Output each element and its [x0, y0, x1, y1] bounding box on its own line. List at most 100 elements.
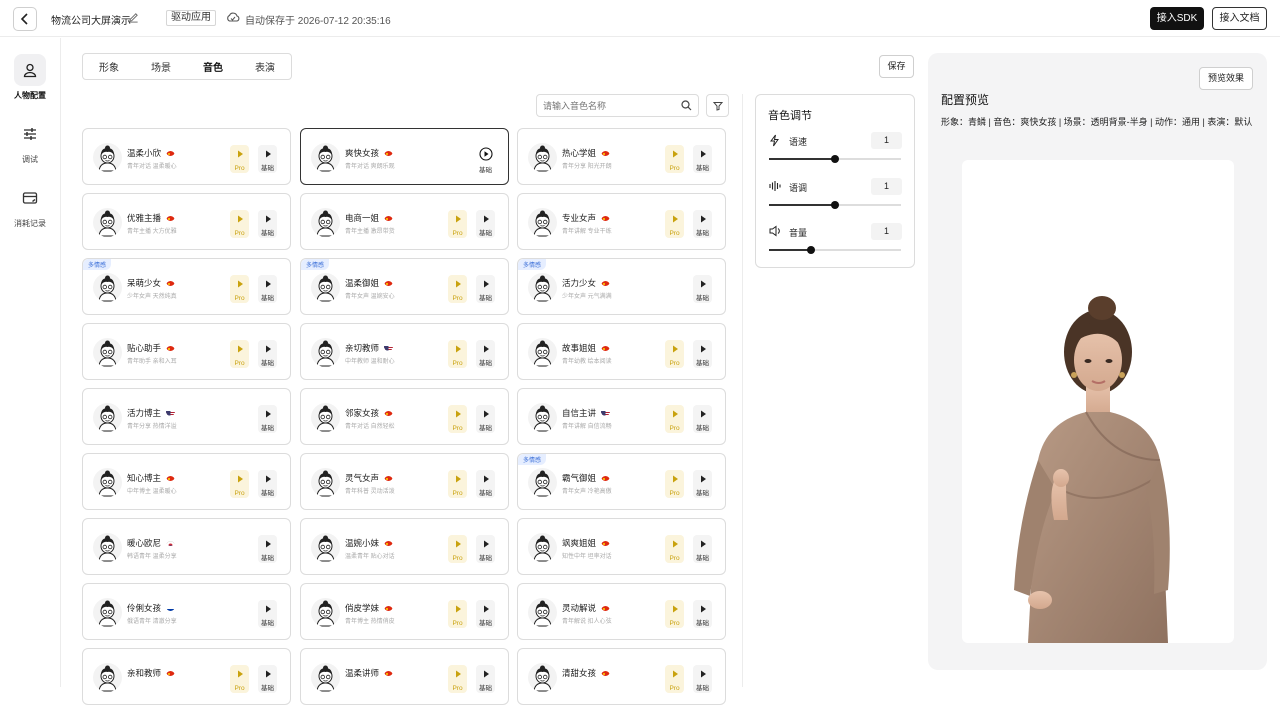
play-pro-button[interactable]: Pro [230, 470, 249, 498]
voice-card[interactable]: 多情感 活力少女 少年女声 元气满满 基础 [517, 258, 726, 315]
connect-docs-button[interactable]: 接入文档 [1212, 7, 1267, 30]
play-pro-button[interactable]: Pro [665, 600, 684, 628]
volume-slider[interactable] [769, 246, 901, 254]
voice-card[interactable]: 亲和教师 Pro 基础 [82, 648, 291, 705]
pitch-slider-knob[interactable] [831, 201, 839, 209]
play-basic-button[interactable]: 基础 [258, 145, 277, 173]
preview-effect-button[interactable]: 预览效果 [1199, 67, 1253, 90]
search-icon[interactable] [681, 100, 692, 111]
play-pro-button[interactable]: Pro [448, 405, 467, 433]
play-basic-button[interactable]: 基础 [693, 535, 712, 563]
back-button[interactable] [13, 7, 37, 31]
nav-item-debug[interactable]: 调试 [0, 118, 60, 165]
nav-item-character-config[interactable]: 人物配置 [0, 54, 60, 101]
play-pro-button[interactable]: Pro [665, 470, 684, 498]
play-pro-button[interactable]: Pro [448, 470, 467, 498]
voice-card[interactable]: 多情感 温柔御姐 青年女声 温婉安心 Pro 基础 [300, 258, 509, 315]
play-basic-button[interactable]: 基础 [693, 600, 712, 628]
voice-card[interactable]: 热心学姐 青年分享 阳光开朗 Pro 基础 [517, 128, 726, 185]
voice-card[interactable]: 温柔讲师 Pro 基础 [300, 648, 509, 705]
tab-performance[interactable]: 表演 [239, 59, 291, 74]
play-basic-button[interactable]: 基础 [693, 470, 712, 498]
tab-voice[interactable]: 音色 [187, 59, 239, 74]
voice-card[interactable]: 暖心欧尼 韩语青年 温柔分享 基础 [82, 518, 291, 575]
play-pro-button[interactable]: Pro [448, 600, 467, 628]
play-basic-button[interactable]: 基础 [693, 340, 712, 368]
tab-scene[interactable]: 场景 [135, 59, 187, 74]
play-basic-button[interactable]: 基础 [476, 210, 495, 238]
voice-card[interactable]: 灵气女声 青年科普 灵动活泼 Pro 基础 [300, 453, 509, 510]
play-basic-button[interactable]: 基础 [258, 340, 277, 368]
play-pro-button[interactable]: Pro [230, 275, 249, 303]
speed-slider[interactable] [769, 155, 901, 163]
play-basic-button[interactable]: 基础 [476, 535, 495, 563]
voice-card[interactable]: 知心博主 中年博主 温柔暖心 Pro 基础 [82, 453, 291, 510]
play-pro-button[interactable]: Pro [448, 340, 467, 368]
tab-appearance[interactable]: 形象 [83, 59, 135, 74]
play-basic-button[interactable]: 基础 [693, 210, 712, 238]
voice-card[interactable]: 清甜女孩 Pro 基础 [517, 648, 726, 705]
speed-value[interactable]: 1 [871, 132, 902, 149]
voice-card[interactable]: 多情感 呆萌少女 少年女声 天然纯真 Pro 基础 [82, 258, 291, 315]
play-pro-button[interactable]: Pro [665, 340, 684, 368]
play-pro-button[interactable]: Pro [230, 665, 249, 693]
play-pro-button[interactable]: Pro [665, 405, 684, 433]
play-basic-button[interactable]: 基础 [476, 600, 495, 628]
voice-card[interactable]: 多情感 霸气御姐 青年女声 冷艳高傲 Pro 基础 [517, 453, 726, 510]
voice-card[interactable]: 亲切教师 中年教师 温和耐心 Pro 基础 [300, 323, 509, 380]
voice-card[interactable]: 故事姐姐 青年幼教 绘本阅读 Pro 基础 [517, 323, 726, 380]
play-pro-button[interactable]: Pro [665, 145, 684, 173]
play-basic-button[interactable]: 基础 [693, 145, 712, 173]
play-pro-button[interactable]: Pro [448, 535, 467, 563]
voice-card[interactable]: 活力博主 青年分享 热情洋溢 基础 [82, 388, 291, 445]
play-pro-button[interactable]: Pro [665, 210, 684, 238]
play-basic-button[interactable]: 基础 [258, 665, 277, 693]
voice-card[interactable]: 自信主讲 青年讲解 自信流畅 Pro 基础 [517, 388, 726, 445]
play-pro-button[interactable]: Pro [448, 210, 467, 238]
voice-card[interactable]: 贴心助手 青年助手 亲和入耳 Pro 基础 [82, 323, 291, 380]
voice-card[interactable]: 爽快女孩 青年对话 爽朗乐观 基础 [300, 128, 509, 185]
play-pro-button[interactable]: Pro [448, 275, 467, 303]
voice-card[interactable]: 优雅主播 青年主播 大方优雅 Pro 基础 [82, 193, 291, 250]
nav-item-usage-records[interactable]: 消耗记录 [0, 182, 60, 229]
play-pro-button[interactable]: Pro [230, 340, 249, 368]
play-basic-button[interactable]: 基础 [693, 275, 712, 303]
volume-value[interactable]: 1 [871, 223, 902, 240]
voice-card[interactable]: 飒爽姐姐 知性中年 坦率对话 Pro 基础 [517, 518, 726, 575]
play-basic-button[interactable]: 基础 [476, 340, 495, 368]
voice-card[interactable]: 俏皮学妹 青年博主 热情俏皮 Pro 基础 [300, 583, 509, 640]
voice-search-input[interactable] [543, 98, 673, 113]
play-basic-button[interactable]: 基础 [476, 275, 495, 303]
play-basic-button[interactable]: 基础 [258, 535, 277, 563]
play-basic-button[interactable]: 基础 [693, 405, 712, 433]
play-basic-button[interactable]: 基础 [258, 275, 277, 303]
play-pro-button[interactable]: Pro [665, 535, 684, 563]
play-basic-button[interactable]: 基础 [476, 665, 495, 693]
voice-card[interactable]: 电商一姐 青年主播 激昂带货 Pro 基础 [300, 193, 509, 250]
play-basic-button[interactable]: 基础 [476, 470, 495, 498]
save-button[interactable]: 保存 [879, 55, 914, 78]
pitch-value[interactable]: 1 [871, 178, 902, 195]
play-basic-button[interactable]: 基础 [476, 145, 495, 174]
voice-card[interactable]: 灵动解说 青年解说 扣人心弦 Pro 基础 [517, 583, 726, 640]
play-basic-button[interactable]: 基础 [258, 600, 277, 628]
volume-slider-knob[interactable] [807, 246, 816, 254]
play-basic-button[interactable]: 基础 [258, 405, 277, 433]
connect-sdk-button[interactable]: 接入SDK [1150, 7, 1204, 30]
play-basic-button[interactable]: 基础 [476, 405, 495, 433]
play-basic-button[interactable]: 基础 [258, 210, 277, 238]
voice-card[interactable]: 温婉小妹 温柔青年 贴心对话 Pro 基础 [300, 518, 509, 575]
pitch-slider[interactable] [769, 201, 901, 209]
filter-button[interactable] [706, 94, 729, 117]
edit-icon[interactable] [128, 12, 139, 23]
play-pro-button[interactable]: Pro [448, 665, 467, 693]
voice-card[interactable]: 邻家女孩 青年对话 自然轻松 Pro 基础 [300, 388, 509, 445]
voice-card[interactable]: 专业女声 青年讲解 专业干练 Pro 基础 [517, 193, 726, 250]
voice-card[interactable]: 温柔小欣 青年对话 温柔暖心 Pro 基础 [82, 128, 291, 185]
play-basic-button[interactable]: 基础 [258, 470, 277, 498]
play-pro-button[interactable]: Pro [230, 210, 249, 238]
play-basic-button[interactable]: 基础 [693, 665, 712, 693]
play-pro-button[interactable]: Pro [230, 145, 249, 173]
speed-slider-knob[interactable] [831, 155, 839, 163]
voice-card[interactable]: 伶俐女孩 俄语青年 清澈分享 基础 [82, 583, 291, 640]
